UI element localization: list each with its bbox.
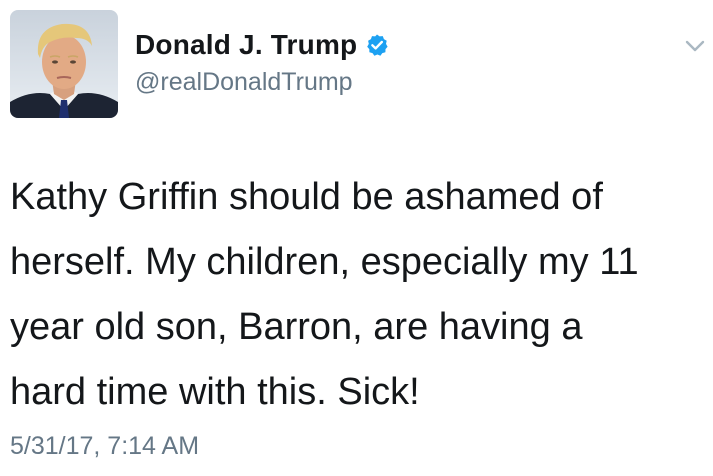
chevron-down-icon[interactable] bbox=[684, 35, 706, 57]
tweet-card: Donald J. Trump @realDonaldTrump Kathy G… bbox=[0, 0, 713, 476]
avatar[interactable] bbox=[10, 10, 118, 118]
verified-badge-icon bbox=[365, 33, 389, 57]
tweet-text: Kathy Griffin should be ashamed of herse… bbox=[10, 176, 639, 413]
user-name-row[interactable]: Donald J. Trump bbox=[135, 28, 389, 62]
user-handle[interactable]: @realDonaldTrump bbox=[135, 68, 353, 97]
display-name[interactable]: Donald J. Trump bbox=[135, 29, 357, 61]
profile-photo bbox=[10, 10, 118, 118]
tweet-timestamp[interactable]: 5/31/17, 7:14 AM bbox=[10, 432, 199, 461]
